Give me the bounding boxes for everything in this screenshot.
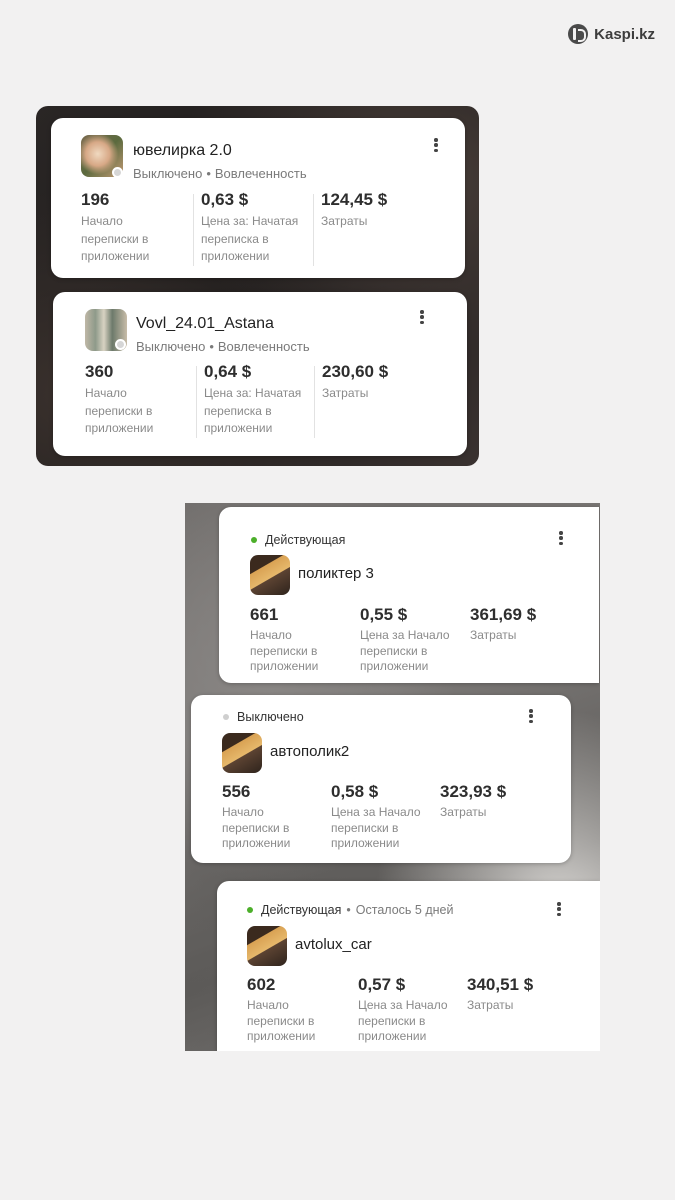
time-remaining-label: Осталось 5 дней: [355, 903, 454, 917]
metric-results: 556 Начало переписки в приложении: [222, 782, 322, 852]
campaign-meta: Выключено • Вовлеченность: [136, 339, 310, 354]
metric-label: Цена за: Начатая переписка в приложении: [204, 386, 302, 435]
metric-results: 661 Начало переписки в приложении: [250, 605, 350, 675]
status-line: Выключено: [223, 710, 304, 724]
metric-results: 196 Начало переписки в приложении: [81, 190, 181, 266]
metric-cost-per-result: 0,58 $ Цена за Начало переписки в прилож…: [331, 782, 431, 852]
metric-spend: 124,45 $ Затраты: [313, 190, 441, 266]
metric-label: Затраты: [322, 386, 369, 400]
status-indicator: [112, 167, 123, 178]
campaign-name: поликтер 3: [298, 565, 374, 582]
metric-label: Начало переписки в приложении: [85, 386, 154, 435]
objective-label: Вовлеченность: [217, 339, 310, 354]
campaign-card[interactable]: Действующая • Осталось 5 дней avtolux_car…: [217, 881, 600, 1051]
metric-label: Цена за: Начатая переписка в приложении: [201, 214, 299, 263]
metric-label: Цена за Начало переписки в приложении: [360, 628, 450, 673]
time-remaining: • Осталось 5 дней: [346, 903, 454, 917]
active-status-dot: [247, 907, 253, 913]
metric-value: 323,93 $: [440, 782, 507, 801]
metric-cost-per-result: 0,63 $ Цена за: Начатая переписка в прил…: [193, 190, 316, 266]
metric-value: 0,64 $: [204, 362, 252, 381]
metric-cost-per-result: 0,64 $ Цена за: Начатая переписка в прил…: [196, 362, 319, 438]
status-line: Действующая: [251, 533, 345, 547]
campaign-meta: Выключено • Вовлеченность: [133, 166, 307, 181]
metric-label: Затраты: [321, 214, 368, 228]
campaign-name: Vovl_24.01_Astana: [136, 315, 274, 332]
metric-value: 0,63 $: [201, 190, 249, 209]
metric-spend: 340,51 $ Затраты: [467, 975, 587, 1014]
status-label: Действующая: [261, 903, 342, 917]
screenshot-2: Действующая поликтер 3 661 Начало перепи…: [185, 503, 600, 1051]
metric-spend: 361,69 $ Затраты: [470, 605, 590, 644]
campaign-name: ювелирка 2.0: [133, 142, 232, 159]
status-label: Действующая: [265, 533, 346, 547]
status-label: Выключено: [136, 339, 206, 354]
metric-label: Затраты: [467, 998, 514, 1012]
objective-label: Вовлеченность: [214, 166, 307, 181]
car-polish-thumbnail: [247, 926, 287, 966]
metric-label: Начало переписки в приложении: [247, 998, 316, 1043]
metric-results: 602 Начало переписки в приложении: [247, 975, 347, 1045]
more-options-icon[interactable]: [429, 136, 443, 154]
metric-label: Цена за Начало переписки в приложении: [331, 805, 421, 850]
more-options-icon[interactable]: [552, 900, 566, 918]
metric-value: 196: [81, 190, 110, 209]
kaspi-watermark: Kaspi.kz: [568, 24, 655, 44]
campaign-card[interactable]: Выключено автополик2 556 Начало переписк…: [191, 695, 571, 863]
more-options-icon[interactable]: [524, 707, 538, 725]
status-label: Выключено: [133, 166, 203, 181]
metric-value: 361,69 $: [470, 605, 537, 624]
metric-spend: 323,93 $ Затраты: [440, 782, 560, 821]
metric-value: 0,57 $: [358, 975, 406, 994]
screenshot-1: ювелирка 2.0 Выключено • Вовлеченность 196…: [36, 106, 479, 466]
campaign-card[interactable]: ювелирка 2.0 Выключено • Вовлеченность 196…: [51, 118, 465, 278]
metric-cost-per-result: 0,55 $ Цена за Начало переписки в прилож…: [360, 605, 460, 675]
metric-label: Начало переписки в приложении: [222, 805, 291, 850]
status-label: Выключено: [237, 710, 304, 724]
kaspi-logo-icon: [568, 24, 589, 44]
more-options-icon[interactable]: [415, 308, 429, 326]
metric-label: Затраты: [470, 628, 517, 642]
metric-label: Начало переписки в приложении: [81, 214, 150, 263]
metric-label: Затраты: [440, 805, 487, 819]
metric-label: Начало переписки в приложении: [250, 628, 319, 673]
metric-value: 0,55 $: [360, 605, 408, 624]
metric-value: 0,58 $: [331, 782, 379, 801]
campaign-name: avtolux_car: [295, 936, 372, 953]
car-polish-thumbnail: [250, 555, 290, 595]
metric-value: 661: [250, 605, 279, 624]
more-options-icon[interactable]: [554, 529, 568, 547]
metric-value: 340,51 $: [467, 975, 534, 994]
metric-cost-per-result: 0,57 $ Цена за Начало переписки в прилож…: [358, 975, 458, 1045]
status-line: Действующая • Осталось 5 дней: [247, 903, 453, 917]
campaign-card[interactable]: Vovl_24.01_Astana Выключено • Вовлеченност…: [53, 292, 467, 456]
brand-name: Kaspi.kz: [594, 25, 655, 43]
metric-results: 360 Начало переписки в приложении: [85, 362, 185, 438]
status-indicator: [115, 339, 126, 350]
metric-value: 360: [85, 362, 114, 381]
metric-spend: 230,60 $ Затраты: [314, 362, 442, 438]
metric-value: 602: [247, 975, 276, 994]
inactive-status-dot: [223, 714, 229, 720]
metric-value: 230,60 $: [322, 362, 389, 381]
campaign-card[interactable]: Действующая поликтер 3 661 Начало перепи…: [219, 507, 599, 683]
car-polish-thumbnail: [222, 733, 262, 773]
campaign-name: автополик2: [270, 743, 350, 760]
metric-label: Цена за Начало переписки в приложении: [358, 998, 448, 1043]
active-status-dot: [251, 537, 257, 543]
metric-value: 556: [222, 782, 251, 801]
metric-value: 124,45 $: [321, 190, 388, 209]
